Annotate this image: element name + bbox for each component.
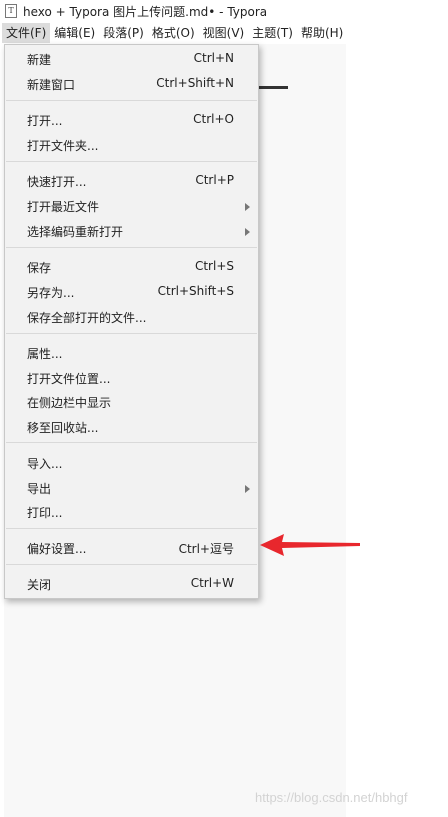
file-menu-dropdown: 新建 Ctrl+N 新建窗口 Ctrl+Shift+N 打开... Ctrl+O… <box>4 44 259 599</box>
menu-edit[interactable]: 编辑(E) <box>50 23 99 43</box>
menu-item-label: 打印... <box>27 506 63 520</box>
menu-item-new-window[interactable]: 新建窗口 Ctrl+Shift+N <box>5 73 258 95</box>
menu-item-reveal-sidebar[interactable]: 在侧边栏中显示 <box>5 391 258 413</box>
editor-margin <box>346 44 448 817</box>
menu-item-save-all[interactable]: 保存全部打开的文件... <box>5 306 258 328</box>
menu-view[interactable]: 视图(V) <box>199 23 249 43</box>
typora-window: T hexo + Typora 图片上传问题.md• - Typora 文件(F… <box>0 0 448 817</box>
menu-item-shortcut: Ctrl+逗号 <box>178 542 234 556</box>
menu-item-label: 在侧边栏中显示 <box>27 396 112 410</box>
menu-item-open[interactable]: 打开... Ctrl+O <box>5 109 258 131</box>
submenu-arrow-icon <box>245 228 250 236</box>
menu-item-label: 导入... <box>27 457 63 471</box>
menu-item-export[interactable]: 导出 <box>5 477 258 499</box>
menu-paragraph[interactable]: 段落(P) <box>99 23 148 43</box>
menu-separator <box>6 564 257 565</box>
submenu-arrow-icon <box>245 485 250 493</box>
menu-item-label: 打开最近文件 <box>27 200 100 214</box>
menu-item-reopen-encoding[interactable]: 选择编码重新打开 <box>5 220 258 242</box>
menu-item-label: 新建 <box>27 53 52 67</box>
menu-item-open-folder[interactable]: 打开文件夹... <box>5 134 258 156</box>
menu-item-label: 另存为... <box>27 286 75 300</box>
menu-separator <box>6 442 257 443</box>
menu-item-quick-open[interactable]: 快速打开... Ctrl+P <box>5 170 258 192</box>
menu-item-label: 选择编码重新打开 <box>27 225 124 239</box>
menu-item-shortcut: Ctrl+O <box>193 112 234 126</box>
menu-item-shortcut: Ctrl+Shift+N <box>156 76 234 90</box>
menu-item-label: 关闭 <box>27 578 52 592</box>
menu-separator <box>6 100 257 101</box>
menu-separator <box>6 247 257 248</box>
menu-item-close[interactable]: 关闭 Ctrl+W <box>5 573 258 595</box>
menu-bar: 文件(F) 编辑(E) 段落(P) 格式(O) 视图(V) 主题(T) 帮助(H… <box>0 22 448 44</box>
menu-separator <box>6 333 257 334</box>
menu-separator <box>6 161 257 162</box>
submenu-arrow-icon <box>245 203 250 211</box>
menu-item-label: 打开... <box>27 114 63 128</box>
menu-item-save[interactable]: 保存 Ctrl+S <box>5 256 258 278</box>
menu-item-label: 属性... <box>27 347 63 361</box>
menu-theme[interactable]: 主题(T) <box>248 23 297 43</box>
heading-underline <box>258 86 288 89</box>
menu-item-label: 打开文件位置... <box>27 372 111 386</box>
menu-item-label: 保存 <box>27 261 52 275</box>
title-bar: T hexo + Typora 图片上传问题.md• - Typora <box>0 0 448 22</box>
menu-item-shortcut: Ctrl+N <box>193 51 234 65</box>
menu-item-label: 偏好设置... <box>27 542 87 556</box>
red-arrow-icon <box>260 534 360 556</box>
menu-item-shortcut: Ctrl+P <box>195 173 234 187</box>
watermark: https://blog.csdn.net/hbhgf <box>255 790 408 805</box>
menu-item-print[interactable]: 打印... <box>5 501 258 523</box>
menu-item-save-as[interactable]: 另存为... Ctrl+Shift+S <box>5 281 258 303</box>
menu-item-import[interactable]: 导入... <box>5 452 258 474</box>
menu-item-preferences[interactable]: 偏好设置... Ctrl+逗号 <box>5 537 258 559</box>
menu-file[interactable]: 文件(F) <box>2 23 51 43</box>
menu-item-new[interactable]: 新建 Ctrl+N <box>5 48 258 70</box>
menu-item-properties[interactable]: 属性... <box>5 342 258 364</box>
menu-help[interactable]: 帮助(H) <box>297 23 347 43</box>
menu-item-shortcut: Ctrl+Shift+S <box>157 284 234 298</box>
menu-item-label: 打开文件夹... <box>27 139 99 153</box>
menu-item-shortcut: Ctrl+S <box>194 259 234 273</box>
menu-item-label: 快速打开... <box>27 175 87 189</box>
menu-item-label: 新建窗口 <box>27 78 76 92</box>
menu-item-move-to-trash[interactable]: 移至回收站... <box>5 416 258 438</box>
menu-item-label: 移至回收站... <box>27 421 99 435</box>
menu-item-shortcut: Ctrl+W <box>190 576 234 590</box>
menu-separator <box>6 528 257 529</box>
menu-item-label: 导出 <box>27 482 52 496</box>
menu-format[interactable]: 格式(O) <box>148 23 199 43</box>
menu-item-label: 保存全部打开的文件... <box>27 311 147 325</box>
typora-app-icon: T <box>5 4 17 18</box>
window-title: hexo + Typora 图片上传问题.md• - Typora <box>23 4 268 19</box>
menu-item-open-recent[interactable]: 打开最近文件 <box>5 195 258 217</box>
menu-item-open-location[interactable]: 打开文件位置... <box>5 367 258 389</box>
